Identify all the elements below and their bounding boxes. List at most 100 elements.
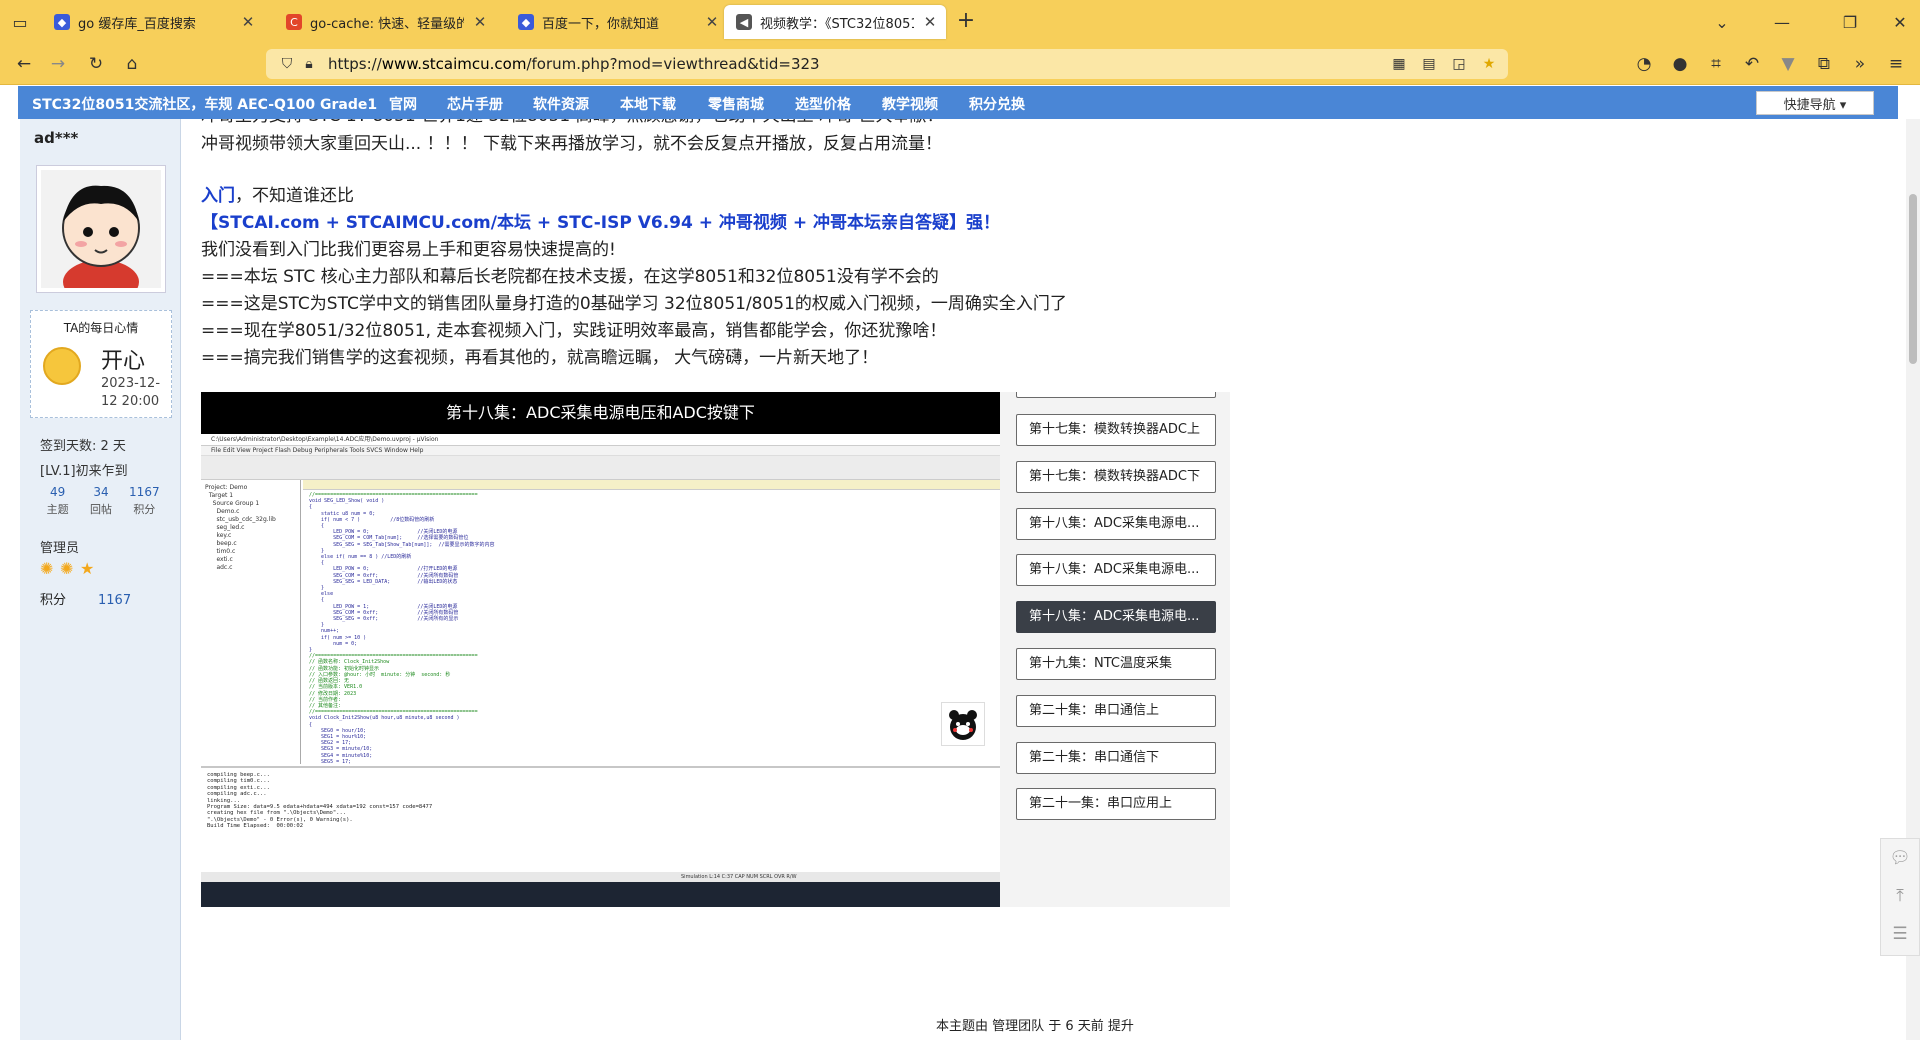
speaker-icon: ◀ [736,14,752,30]
author-name[interactable]: ad*** [34,129,78,147]
sun-icon: ✺ [40,559,54,578]
filter-icon[interactable]: ▼ [1774,50,1802,78]
smile-face-icon [43,347,81,385]
forum-brand-link[interactable]: STC32位8051交流社区，车规 AEC-Q100 Grade1 [32,94,377,114]
episode-button[interactable]: 第十九集：NTC温度采集 [1016,648,1216,680]
ide-code-view: //======================================… [303,480,1000,764]
tree-item: tim0.c [205,548,236,555]
bump-note: 本主题由 管理团队 于 6 天前 提升 [936,1019,1134,1034]
gitcode-icon: C [286,14,302,30]
crop-icon[interactable]: ⌗ [1702,50,1730,78]
stat-replies[interactable]: 34 回帖 [79,485,122,517]
mood-text: 开心 [101,349,146,374]
minimize-icon[interactable]: — [1768,8,1796,36]
home-icon[interactable]: ⌂ [118,50,146,78]
reply-icon[interactable]: 💬︎ [1881,839,1919,877]
tab-list-chevron-icon[interactable]: ⌄ [1708,8,1736,36]
mascot-image [941,702,985,746]
menu-icon[interactable]: ≡ [1882,50,1910,78]
bookmark-star-icon[interactable]: ★ [1478,53,1500,75]
quick-nav-button[interactable]: 快捷导航 ▾ [1756,91,1874,115]
tree-item: Source Group 1 [205,500,260,507]
floating-tools: 💬︎ ⤒ ☰ [1880,838,1920,956]
tab-label: 百度一下，你就知道 [542,16,660,32]
tab-label: go-cache: 快速、轻量级的Go内存 [310,16,464,32]
reader-mode-icon[interactable]: ▤ [1418,53,1440,75]
points-row: 积分 1167 [40,593,132,608]
nav-item-software[interactable]: 软件资源 [533,94,589,114]
user-stats: 49 主题 34 回帖 1167 积分 [36,485,166,517]
episode-button[interactable]: 第二十集：串口通信下 [1016,741,1216,774]
baidu-icon: ◆ [518,14,534,30]
history-icon[interactable]: ◔ [1630,50,1658,78]
user-level[interactable]: [LV.1]初来乍到 [40,460,128,479]
scrollbar-thumb[interactable] [1909,194,1917,364]
url-text[interactable]: https://www.stcaimcu.com/forum.php?mod=v… [328,55,820,73]
nav-item-points[interactable]: 积分兑换 [969,94,1025,114]
tree-item: Target 1 [205,492,234,499]
address-bar[interactable]: ⛉ 🔒︎ https://www.stcaimcu.com/forum.php?… [266,49,1508,79]
sun-icon: ✺ [60,559,74,578]
tab-0[interactable]: ◆ go 缓存库_百度搜索 ✕ [42,5,264,39]
episode-button[interactable]: 第十八集：ADC采集电源电... [1016,507,1216,540]
nav-item-shop[interactable]: 零售商城 [708,94,764,114]
user-role[interactable]: 管理员 [40,537,79,556]
list-icon[interactable]: ☰ [1881,915,1919,953]
episode-button[interactable]: 第十八集：ADC采集电源电... [1016,601,1216,634]
back-to-top-icon[interactable]: ⤒ [1881,877,1919,915]
stat-points[interactable]: 1167 积分 [123,485,166,517]
episode-button[interactable]: 第十八集：ADC采集电源电... [1016,554,1216,587]
close-window-icon[interactable]: ✕ [1886,8,1914,36]
qr-code-icon[interactable]: ▦ [1388,53,1410,75]
undo-icon[interactable]: ↶ [1738,50,1766,78]
forum-nav: STC32位8051交流社区，车规 AEC-Q100 Grade1 官网 芯片手… [18,86,1898,119]
reload-icon[interactable]: ↻ [82,50,110,78]
nav-item-official[interactable]: 官网 [389,94,417,114]
tab-1[interactable]: Cgo-cache: 快速、轻量级的Go内存 ✕ [274,5,496,39]
output-line: Build Time Elapsed: 00:00:02 [207,823,304,830]
episode-button[interactable]: 第十七集：模数转换器ADC下 [1016,460,1216,493]
tab-3[interactable]: ◀ 视频教学：《STC32位8051单片 ✕ [724,5,946,39]
extensions-icon[interactable]: ⧉ [1810,50,1838,78]
nav-item-video[interactable]: 教学视频 [882,94,938,114]
author-sidebar: ad*** TA的每日心情 开心 2023-12-12 20:00 签到天数: … [20,119,181,1040]
tab-2[interactable]: ◆ 百度一下，你就知道 ✕ [506,5,728,39]
mood-date: 2023-12-12 20:00 [101,376,161,409]
video-player[interactable]: 第十八集：ADC采集电源电压和ADC按键下 C:\Users\Administr… [201,392,1000,907]
tab-close-icon[interactable]: ✕ [240,13,256,31]
video-frame[interactable]: C:\Users\Administrator\Desktop\Example\1… [201,434,1000,882]
nav-item-download[interactable]: 本地下载 [620,94,676,114]
episode-button[interactable]: 第二十一集：串口应用上 [1016,788,1216,821]
forward-icon[interactable]: → [44,50,72,78]
post-line-6: ===这是STC为STC学中文的销售团队量身打造的0基础学习 32位8051/8… [201,294,1067,314]
post-line-2: 入门，不知道谁还比 [201,186,354,206]
tab-close-icon[interactable]: ✕ [472,13,488,31]
ide-project-tree: Project: Demo Target 1 Source Group 1 De… [201,480,301,764]
lock-icon[interactable]: 🔒︎ [298,56,320,72]
nav-item-datasheet[interactable]: 芯片手册 [447,94,503,114]
browser-toolbar: ← → ↻ ⌂ ⛉ 🔒︎ https://www.stcaimcu.com/fo… [0,43,1920,85]
nav-item-pricing[interactable]: 选型价格 [795,94,851,114]
episode-button[interactable] [1016,392,1216,398]
episode-button[interactable]: 第二十集：串口通信上 [1016,694,1216,727]
back-icon[interactable]: ← [10,50,38,78]
screenshot-icon[interactable]: ◲ [1448,53,1470,75]
shield-icon[interactable]: ⛉ [276,56,298,72]
restore-icon[interactable]: ❐ [1836,8,1864,36]
tree-item: key.c [205,532,232,539]
video-taskbar [201,882,1000,907]
stat-topics[interactable]: 49 主题 [36,485,79,517]
more-tools-icon[interactable]: » [1846,50,1874,78]
tree-item: adc.c [205,564,233,571]
episode-button[interactable]: 第十七集：模数转换器ADC上 [1016,414,1216,446]
post-content: 冲哥主力支持 STC 1T 8051 世界1速 32位8051 高峰，照顾感谢，… [201,119,1881,1040]
tab-close-icon[interactable]: ✕ [704,13,720,31]
tab-close-icon[interactable]: ✕ [922,13,938,31]
account-icon[interactable]: ● [1666,50,1694,78]
post-line-1: 冲哥视频带领大家重回天山... ！！！ 下载下来再播放学习，就不会反复点开播放，… [201,134,943,154]
signin-days: 签到天数: 2 天 [40,439,126,454]
tab-overview-icon[interactable]: ▭ [6,8,34,36]
avatar[interactable] [36,165,166,304]
rank-stars: ✺ ✺ ★ [40,561,96,577]
new-tab-button[interactable]: + [952,8,980,36]
